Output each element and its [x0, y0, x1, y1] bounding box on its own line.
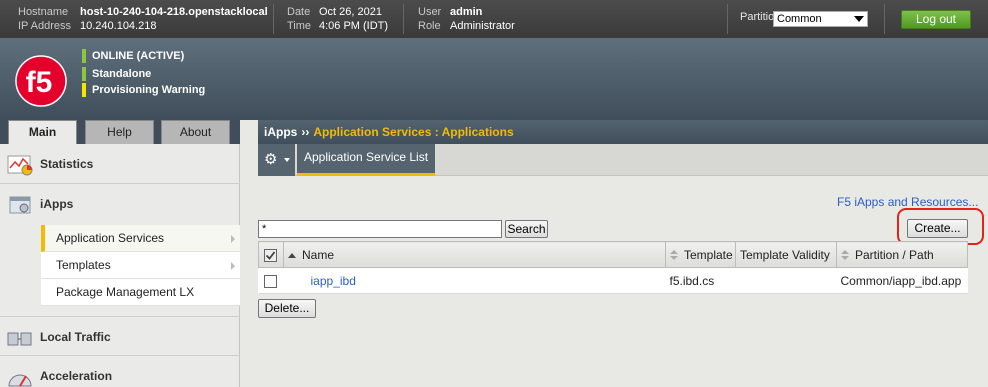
- column-path-label: Partition / Path: [855, 247, 934, 262]
- delete-button[interactable]: Delete...: [258, 299, 316, 318]
- hostname-value: host-10-240-104-218.openstacklocal: [80, 6, 268, 18]
- subtab-bar: ⚙ Application Service List: [258, 144, 988, 176]
- application-table: Name Template Template Validity Partitio…: [258, 241, 968, 294]
- sort-icon: [670, 250, 678, 261]
- nav-iapps[interactable]: iApps: [0, 184, 240, 224]
- nav-application-services[interactable]: Application Services: [41, 225, 240, 252]
- host-info: Hostname host-10-240-104-218.openstackloc…: [18, 5, 268, 33]
- breadcrumb-separator: ››: [301, 125, 310, 139]
- nav-statistics-label: Statistics: [40, 157, 94, 171]
- select-all-checkbox[interactable]: [264, 248, 277, 262]
- status-standalone: Standalone: [82, 67, 151, 81]
- column-header-name[interactable]: Name: [283, 241, 666, 268]
- nav-templates[interactable]: Templates: [41, 252, 240, 279]
- local-traffic-icon: [7, 332, 32, 346]
- status-indicator: [82, 49, 86, 63]
- user-info: User admin Role Administrator: [418, 5, 515, 33]
- status-indicator: [82, 83, 86, 97]
- iapps-icon: [9, 196, 31, 214]
- check-icon: [265, 251, 276, 260]
- date-value: Oct 26, 2021: [319, 6, 382, 18]
- partition-select-value: Common: [777, 13, 822, 25]
- sort-icon: [841, 250, 849, 261]
- gear-icon: ⚙: [264, 151, 278, 168]
- user-value: admin: [450, 6, 483, 18]
- divider: [884, 4, 885, 34]
- row-name-cell: iapp_ibd: [283, 267, 666, 294]
- chevron-right-icon: [231, 262, 235, 270]
- divider: [727, 4, 728, 34]
- acceleration-icon: [8, 374, 32, 387]
- time-label: Time: [287, 20, 312, 32]
- settings-menu-button[interactable]: ⚙: [258, 144, 295, 176]
- nav-application-services-label: Application Services: [56, 231, 165, 245]
- time-value: 4:06 PM (IDT): [319, 20, 389, 32]
- tab-main[interactable]: Main: [8, 120, 77, 145]
- nav-local-traffic-label: Local Traffic: [40, 330, 111, 344]
- hostname-label: Hostname: [18, 6, 69, 18]
- row-template-cell: f5.ibd.cs: [665, 267, 736, 294]
- top-bar: Hostname host-10-240-104-218.openstackloc…: [0, 0, 988, 38]
- page-title: Application Services : Applications: [313, 125, 514, 139]
- nav-templates-label: Templates: [56, 258, 111, 272]
- header-banner: f5 ONLINE (ACTIVE) Standalone Provisioni…: [0, 38, 988, 120]
- ip-value: 10.240.104.218: [80, 20, 157, 32]
- tab-about[interactable]: About: [161, 120, 230, 144]
- column-template-label: Template: [684, 247, 733, 262]
- left-tabs: Main Help About: [0, 120, 240, 145]
- datetime-info: Date Oct 26, 2021 Time 4:06 PM (IDT): [287, 5, 388, 33]
- divider: [273, 4, 274, 34]
- status-standalone-text: Standalone: [92, 68, 152, 80]
- column-name-label: Name: [302, 247, 335, 262]
- nav-local-traffic[interactable]: Local Traffic: [0, 316, 240, 356]
- table-row: iapp_ibd f5.ibd.cs Common/iapp_ibd.app: [258, 267, 968, 294]
- status-provisioning: Provisioning Warning: [82, 83, 205, 97]
- column-header-template[interactable]: Template: [665, 241, 736, 268]
- column-header-validity: Template Validity: [735, 241, 837, 268]
- row-validity-cell: [735, 267, 837, 294]
- column-header-path[interactable]: Partition / Path: [836, 241, 968, 268]
- status-online: ONLINE (ACTIVE): [82, 49, 184, 63]
- status-provisioning-text: Provisioning Warning: [92, 84, 206, 96]
- search-input[interactable]: *: [258, 220, 502, 238]
- chevron-down-icon: [854, 16, 864, 22]
- role-label: Role: [418, 20, 441, 32]
- row-select-cell: [258, 267, 284, 294]
- nav-package-management[interactable]: Package Management LX: [41, 279, 240, 306]
- nav-statistics[interactable]: Statistics: [0, 144, 240, 184]
- partition-select[interactable]: Common: [773, 11, 868, 27]
- nav-acceleration[interactable]: Acceleration: [0, 356, 240, 387]
- divider: [403, 4, 404, 34]
- logo-text: f5: [26, 66, 53, 99]
- chevron-down-icon: [284, 158, 290, 162]
- left-nav: Statistics iApps Application Services Te…: [0, 144, 240, 387]
- breadcrumb: iApps ›› Application Services : Applicatio…: [258, 120, 988, 144]
- sort-ascending-icon: [288, 252, 296, 258]
- nav-acceleration-label: Acceleration: [40, 369, 113, 383]
- nav-iapps-label: iApps: [40, 197, 74, 211]
- status-online-text: ONLINE (ACTIVE): [92, 50, 185, 62]
- row-path-cell: Common/iapp_ibd.app: [836, 267, 968, 294]
- statistics-icon: [7, 155, 33, 176]
- select-all-header: [258, 241, 284, 268]
- logout-button[interactable]: Log out: [901, 10, 971, 29]
- row-checkbox[interactable]: [263, 274, 277, 288]
- status-indicator: [82, 67, 86, 81]
- role-value: Administrator: [450, 20, 515, 32]
- column-validity-label: Template Validity: [740, 247, 830, 262]
- app-name-link[interactable]: iapp_ibd: [311, 274, 356, 288]
- chevron-right-icon: [231, 235, 235, 243]
- tab-application-service-list[interactable]: Application Service List: [297, 144, 436, 176]
- date-label: Date: [287, 6, 311, 18]
- ip-label: IP Address: [18, 20, 71, 32]
- f5-logo: f5: [15, 55, 67, 107]
- highlight-annotation: [897, 208, 984, 245]
- tab-help[interactable]: Help: [85, 120, 154, 144]
- nav-package-management-label: Package Management LX: [56, 285, 195, 299]
- breadcrumb-section[interactable]: iApps: [264, 125, 297, 139]
- user-label: User: [418, 6, 442, 18]
- resources-link[interactable]: F5 iApps and Resources...: [837, 195, 978, 209]
- search-button[interactable]: Search: [505, 220, 548, 238]
